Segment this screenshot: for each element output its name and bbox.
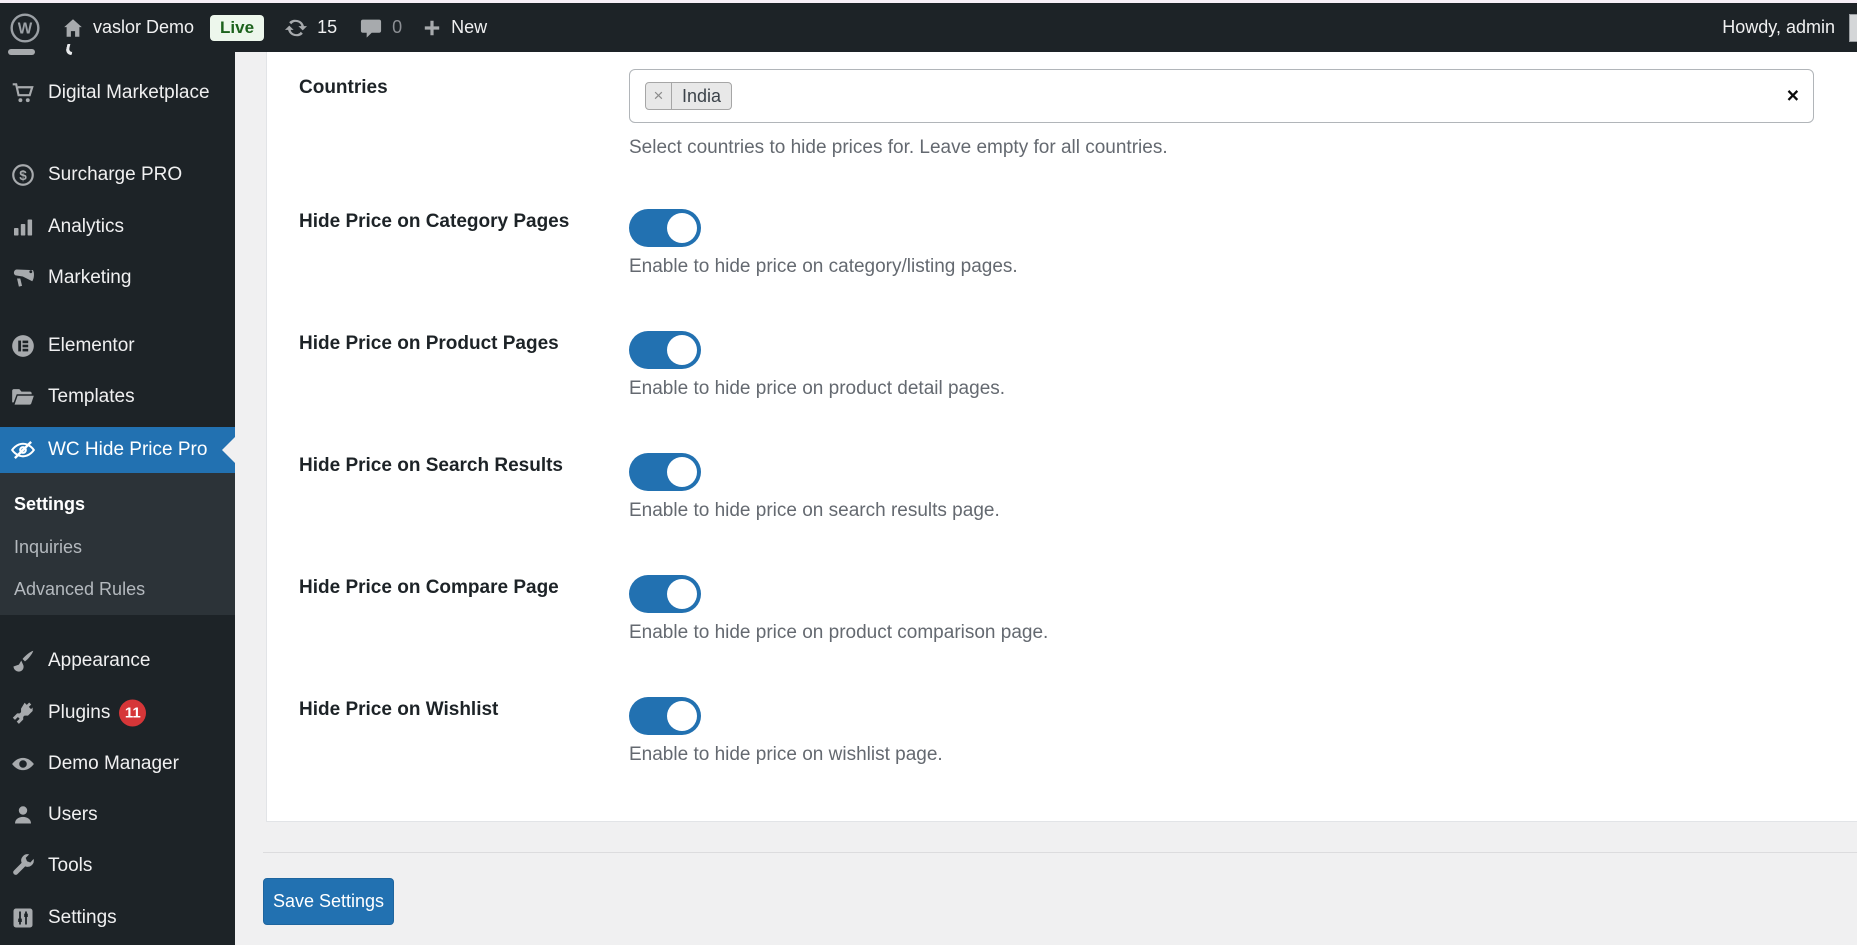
toggle-knob [667,335,697,365]
eye-icon [10,751,36,777]
megaphone-icon [10,265,36,291]
brush-icon [10,648,36,674]
wrench-icon [10,853,36,879]
sidebar-item-marketing[interactable]: Marketing [0,255,235,301]
sidebar-item-templates[interactable]: Templates [0,374,235,420]
toggle-knob [667,701,697,731]
toggle-row-description: Enable to hide price on search results p… [629,500,1000,521]
site-name-menu[interactable]: vaslor Demo [62,17,194,39]
sidebar-item-label: Analytics [48,216,125,237]
hide-price-category-pages-toggle[interactable] [629,209,701,247]
svg-text:W: W [18,20,33,37]
submenu-item-advanced-rules[interactable]: Advanced Rules [0,571,235,607]
sidebar-item-label: Demo Manager [48,753,179,774]
hide-price-search-results-toggle[interactable] [629,453,701,491]
plus-icon [422,18,442,38]
toggle-row-description: Enable to hide price on product comparis… [629,622,1049,643]
sidebar-item-label: Tools [48,855,93,876]
bar-chart-icon [10,214,36,240]
toggle-row-description: Enable to hide price on category/listing… [629,256,1018,277]
sidebar-item-label: Digital Marketplace [48,82,210,103]
dollar-circle-icon: $ [10,162,36,188]
wordpress-admin-screen: W vaslor Demo Live 15 0 New Howdy, admin… [0,0,1857,945]
submenu-item-inquiries[interactable]: Inquiries [0,529,235,565]
clipped-menu-item [0,44,235,66]
countries-multiselect[interactable]: × India × [629,69,1814,123]
cart-icon [10,80,36,106]
sidebar-item-label: WC Hide Price Pro [48,439,208,460]
sliders-icon [10,905,36,931]
new-label: New [451,17,488,37]
eye-slash-icon [10,437,36,463]
avatar[interactable] [1849,14,1857,42]
countries-description: Select countries to hide prices for. Lea… [629,137,1168,158]
sidebar-item-surcharge-pro[interactable]: $ Surcharge PRO [0,152,235,198]
plugins-label: Plugins [48,702,111,724]
updates-menu[interactable]: 15 [284,16,337,40]
toggle-row-description: Enable to hide price on product detail p… [629,378,1006,399]
account-menu[interactable]: Howdy, admin [1722,3,1835,52]
toggle-row-label: Hide Price on Product Pages [299,333,559,354]
sidebar-item-label: Settings [48,907,117,928]
update-count: 15 [317,17,338,37]
toggle-knob [667,213,697,243]
toggle-knob [667,457,697,487]
admin-bar: W vaslor Demo Live 15 0 New Howdy, admin [0,3,1857,52]
remove-tag-icon[interactable]: × [646,83,672,109]
sidebar-item-label: Users [48,804,98,825]
clipped-icon-remnant [8,49,35,55]
sidebar-item-label: Marketing [48,267,132,288]
clipped-label-remnant [64,44,75,55]
sidebar-item-label: Elementor [48,335,135,356]
sidebar-item-settings[interactable]: Settings [0,895,235,941]
toggle-row-label: Hide Price on Compare Page [299,577,559,598]
hide-price-wishlist-toggle[interactable] [629,697,701,735]
sidebar-item-wc-hide-price-pro[interactable]: WC Hide Price Pro [0,427,235,473]
user-icon [10,802,36,828]
folder-icon [10,384,36,410]
live-badge: Live [210,14,265,41]
update-refresh-icon [284,16,308,40]
toggle-knob [667,579,697,609]
comment-count: 0 [392,17,403,37]
plugins-update-badge: 11 [119,699,147,727]
toggle-row-label: Hide Price on Search Results [299,455,563,476]
sidebar-item-appearance[interactable]: Appearance [0,638,235,684]
hide-price-compare-page-toggle[interactable] [629,575,701,613]
sidebar-item-label: Templates [48,386,135,407]
sidebar-item-label: Surcharge PRO [48,164,183,185]
countries-label: Countries [299,77,388,98]
sidebar-item-digital-marketplace[interactable]: Digital Marketplace [0,72,235,140]
sidebar-item-plugins[interactable]: Plugins 11 [0,690,235,736]
admin-sidebar: Digital Marketplace $ Surcharge PRO Anal… [0,44,235,945]
sidebar-item-analytics[interactable]: Analytics [0,204,235,250]
save-settings-button[interactable]: Save Settings [263,878,394,925]
hide-price-product-pages-toggle[interactable] [629,331,701,369]
sidebar-item-label: Plugins 11 [48,699,147,727]
tag-label: India [682,85,722,106]
sidebar-item-tools[interactable]: Tools [0,843,235,889]
wordpress-logo-icon[interactable]: W [8,11,42,45]
settings-panel: Countries × India × Select countries to … [266,52,1857,822]
elementor-icon [10,333,36,359]
sidebar-item-label: Appearance [48,650,151,671]
sidebar-item-elementor[interactable]: Elementor [0,323,235,369]
plug-icon [10,700,36,726]
new-content-menu[interactable]: New [422,17,487,38]
clear-selection-icon[interactable]: × [1787,86,1799,107]
comment-bubble-icon [359,16,383,40]
sidebar-item-users[interactable]: Users [0,792,235,838]
submenu-item-settings[interactable]: Settings [0,486,235,522]
sidebar-item-demo-manager[interactable]: Demo Manager [0,741,235,787]
toggle-row-description: Enable to hide price on wishlist page. [629,744,943,765]
footer-divider [263,852,1857,853]
wc-hide-price-pro-submenu: Settings Inquiries Advanced Rules [0,473,235,615]
svg-text:$: $ [19,168,27,183]
selected-country-tag: × India [645,82,733,110]
toggle-row-label: Hide Price on Category Pages [299,211,570,232]
toggle-row-label: Hide Price on Wishlist [299,699,499,720]
comments-menu[interactable]: 0 [359,16,402,40]
site-name: vaslor Demo [93,17,195,37]
home-icon [62,17,84,39]
